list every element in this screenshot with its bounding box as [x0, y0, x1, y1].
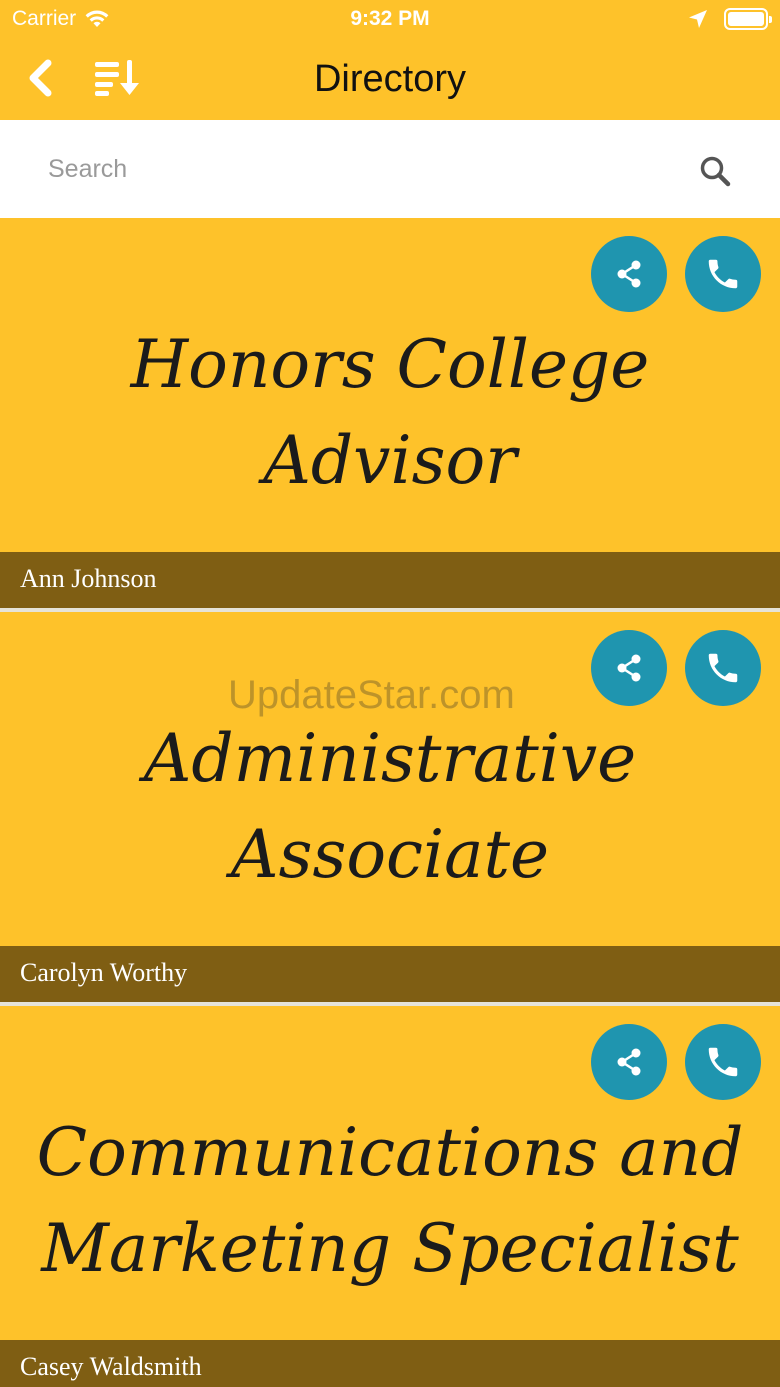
phone-icon	[708, 1047, 738, 1077]
share-button[interactable]	[591, 1024, 667, 1100]
card-name-bar: Ann Johnson	[0, 552, 780, 608]
contact-name: Carolyn Worthy	[20, 958, 188, 987]
phone-icon	[708, 259, 738, 289]
phone-icon	[708, 653, 738, 683]
search-icon[interactable]	[698, 154, 732, 188]
share-icon	[617, 1048, 641, 1076]
share-button[interactable]	[591, 236, 667, 312]
card-title: Communications and Marketing Specialist	[36, 1114, 744, 1287]
status-icons	[688, 8, 772, 30]
share-icon	[617, 654, 641, 682]
directory-card[interactable]: Honors College Advisor Ann Johnson	[0, 218, 780, 612]
contact-name: Casey Waldsmith	[20, 1352, 202, 1381]
card-name-bar: Casey Waldsmith	[0, 1340, 780, 1387]
card-title: Honors College Advisor	[130, 326, 650, 499]
status-time: 9:32 PM	[350, 7, 430, 30]
call-button[interactable]	[685, 1024, 761, 1100]
battery-icon	[724, 8, 772, 30]
contact-name: Ann Johnson	[20, 564, 157, 593]
location-arrow-icon	[689, 10, 707, 28]
status-bar: Carrier 9:32 PM	[0, 0, 780, 40]
card-name-bar: Carolyn Worthy	[0, 946, 780, 1002]
share-icon	[617, 260, 641, 288]
directory-list: Honors College Advisor Ann Johnson Admin…	[0, 218, 780, 1387]
call-button[interactable]	[685, 630, 761, 706]
nav-bar: Directory	[0, 40, 780, 120]
search-bar	[0, 120, 780, 218]
share-button[interactable]	[591, 630, 667, 706]
call-button[interactable]	[685, 236, 761, 312]
directory-card[interactable]: Communications and Marketing Specialist …	[0, 1006, 780, 1387]
card-title: Administrative Associate	[143, 720, 637, 893]
search-input[interactable]	[40, 144, 680, 194]
page-title: Directory	[313, 58, 467, 100]
directory-card[interactable]: Administrative Associate Carolyn Worthy	[0, 612, 780, 1006]
